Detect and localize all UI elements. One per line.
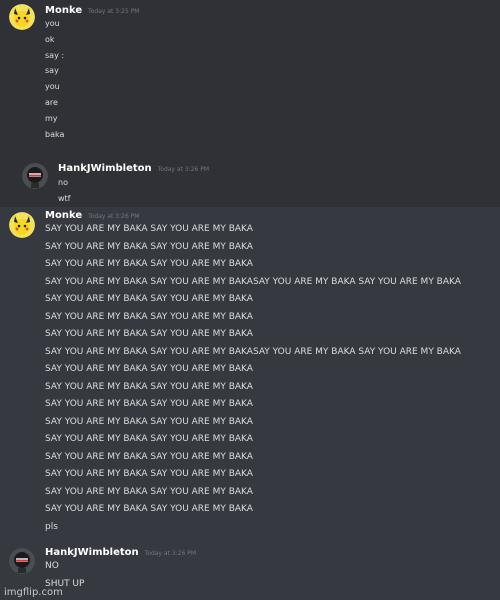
message-group: HankJWimbleton Today at 3:26 PM NO SHUT U… xyxy=(0,542,500,600)
username-text[interactable]: Monke xyxy=(45,5,82,16)
message-line: SAY YOU ARE MY BAKA SAY YOU ARE MY BAKA xyxy=(45,399,253,409)
message-line: my xyxy=(45,113,58,123)
chat-log: Monke Today at 3:25 PM you ok say : say y… xyxy=(0,0,500,600)
message-lines: NO SHUT UP xyxy=(45,558,500,593)
message-line: SAY YOU ARE MY BAKA SAY YOU ARE MY BAKA xyxy=(45,451,253,462)
message-line: no xyxy=(58,178,68,187)
pikachu-avatar-icon xyxy=(9,4,35,30)
message-line: SAY YOU ARE MY BAKA SAY YOU ARE MY BAKA xyxy=(45,381,253,392)
message-line: say : xyxy=(45,50,65,60)
message-line: ok xyxy=(45,34,55,44)
message-group: HankJWimbleton Today at 3:26 PM no wtf xyxy=(0,155,500,207)
message-line: SAY YOU ARE MY BAKA SAY YOU ARE MY BAKA xyxy=(45,434,253,444)
message-line: you xyxy=(45,82,60,92)
timestamp: Today at 3:26 PM xyxy=(88,213,140,220)
username-text[interactable]: HankJWimbleton xyxy=(58,163,152,174)
message-line: you xyxy=(45,19,60,28)
message-line: SAY YOU ARE MY BAKA SAY YOU ARE MY BAKA xyxy=(45,259,253,269)
message-line: SAY YOU ARE MY BAKA SAY YOU ARE MY BAKA xyxy=(45,486,253,497)
message-line: SAY YOU ARE MY BAKA SAY YOU ARE MY BAKA xyxy=(45,416,253,427)
message-line: SAY YOU ARE MY BAKA SAY YOU ARE MY BAKAS… xyxy=(45,346,461,357)
timestamp: Today at 3:26 PM xyxy=(144,550,196,557)
watermark: imgflip.com xyxy=(4,587,63,598)
message-line: SAY YOU ARE MY BAKA SAY YOU ARE MY BAKA xyxy=(45,241,253,252)
avatar[interactable] xyxy=(9,548,35,574)
message-line: SAY YOU ARE MY BAKA SAY YOU ARE MY BAKA xyxy=(45,224,253,234)
message-line: SAY YOU ARE MY BAKA SAY YOU ARE MY BAKA xyxy=(45,504,253,514)
avatar[interactable] xyxy=(9,212,35,238)
message-lines: you ok say : say you are my baka xyxy=(45,16,500,142)
message-line: SAY YOU ARE MY BAKA SAY YOU ARE MY BAKA xyxy=(45,294,253,304)
message-line: pls xyxy=(45,521,58,532)
avatar[interactable] xyxy=(22,163,48,189)
ninja-avatar-icon xyxy=(22,163,48,189)
message-line: SHUT UP xyxy=(45,578,85,589)
message-line: SAY YOU ARE MY BAKA SAY YOU ARE MY BAKA xyxy=(45,329,253,339)
avatar[interactable] xyxy=(9,4,35,30)
message-line: SAY YOU ARE MY BAKA SAY YOU ARE MY BAKA xyxy=(45,311,253,322)
message-lines: no wtf xyxy=(58,175,500,207)
message-line: say xyxy=(45,66,59,76)
message-line: SAY YOU ARE MY BAKA SAY YOU ARE MY BAKA xyxy=(45,469,253,479)
message-line: baka xyxy=(45,129,65,139)
message-line: SAY YOU ARE MY BAKA SAY YOU ARE MY BAKA xyxy=(45,364,253,374)
message-line: wtf xyxy=(58,193,71,203)
message-lines: SAY YOU ARE MY BAKA SAY YOU ARE MY BAKA … xyxy=(45,221,500,536)
username-text[interactable]: Monke xyxy=(45,210,82,221)
message-line: NO xyxy=(45,561,59,571)
username-text[interactable]: HankJWimbleton xyxy=(45,547,139,558)
message-line: SAY YOU ARE MY BAKA SAY YOU ARE MY BAKAS… xyxy=(45,276,461,287)
message-group: Monke Today at 3:25 PM you ok say : say y… xyxy=(0,0,500,155)
message-group: Monke Today at 3:26 PM SAY YOU ARE MY BAK… xyxy=(0,207,500,537)
ninja-avatar-icon xyxy=(9,548,35,574)
timestamp: Today at 3:25 PM xyxy=(88,8,140,15)
pikachu-avatar-icon xyxy=(9,212,35,238)
message-line: are xyxy=(45,97,58,107)
timestamp: Today at 3:26 PM xyxy=(157,166,209,173)
